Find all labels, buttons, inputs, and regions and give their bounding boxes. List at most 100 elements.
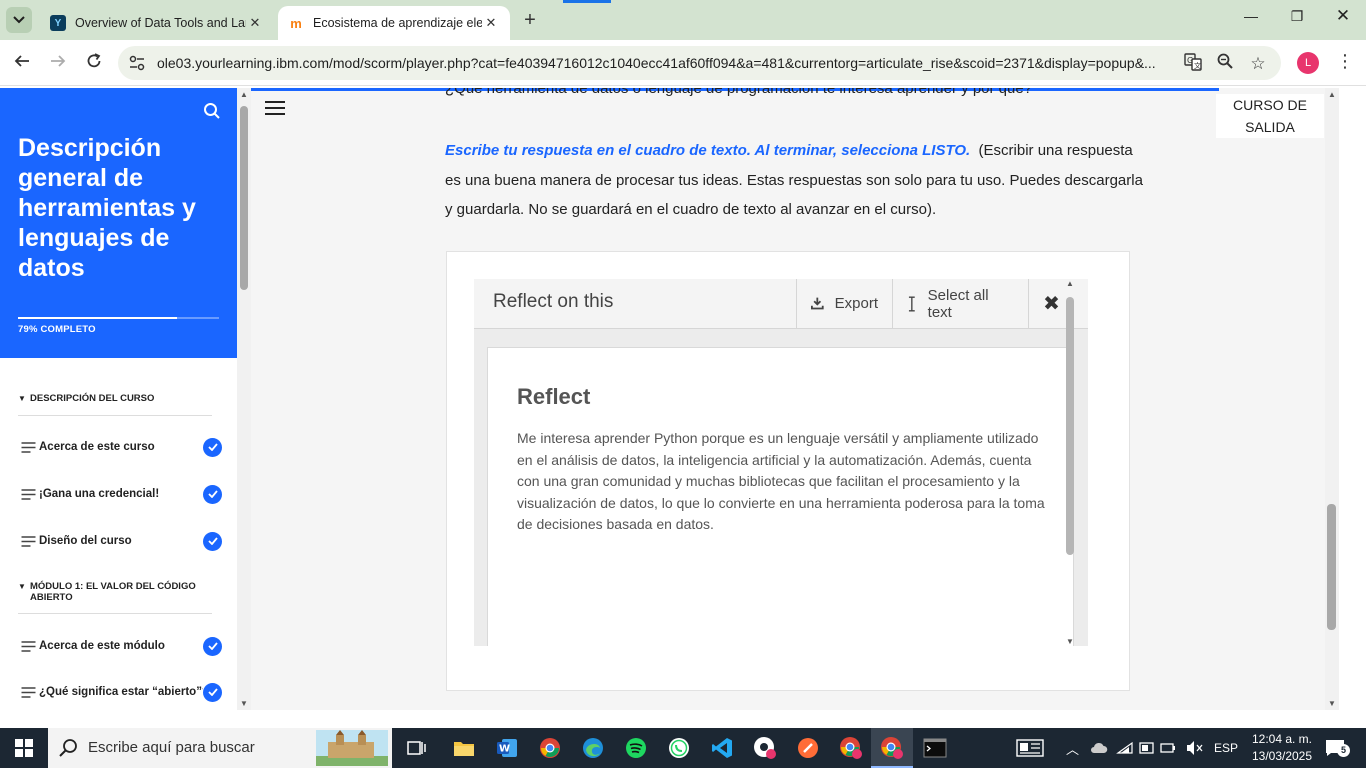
- progress-label: 79% COMPLETO: [18, 324, 96, 335]
- scroll-down-arrow-icon[interactable]: ▼: [1065, 637, 1075, 646]
- new-tab-button[interactable]: +: [518, 9, 542, 33]
- tab-title: Ecosistema de aprendizaje elect: [313, 16, 482, 30]
- back-button[interactable]: [10, 51, 34, 75]
- lesson-lines-icon: [21, 686, 36, 698]
- tab-title: Overview of Data Tools and Lan: [75, 16, 246, 30]
- scroll-up-arrow-icon[interactable]: ▲: [1065, 279, 1075, 288]
- section-header-module-1[interactable]: ▼ MÓDULO 1: EL VALOR DEL CÓDIGO ABIERTO: [18, 581, 212, 614]
- taskbar-search-placeholder: Escribe aquí para buscar: [88, 739, 255, 756]
- close-tab-icon[interactable]: ✕: [246, 15, 264, 31]
- volume-muted-icon[interactable]: [1186, 728, 1204, 768]
- omnibox[interactable]: ole03.yourlearning.ibm.com/mod/scorm/pla…: [118, 46, 1281, 80]
- arrow-left-icon: [14, 55, 29, 67]
- scrollbar-thumb[interactable]: [1066, 297, 1074, 555]
- close-tab-icon[interactable]: ✕: [482, 15, 500, 31]
- reflect-toolbar: Reflect on this Export Select all text ✖: [474, 279, 1088, 329]
- edge-icon[interactable]: [579, 734, 607, 762]
- windows-taskbar: Escribe aquí para buscar W ︿ ESP 12:04 a…: [0, 728, 1366, 768]
- spotify-icon[interactable]: [622, 734, 650, 762]
- sidebar-item-label: Acerca de este curso: [39, 441, 155, 453]
- export-button[interactable]: Export: [796, 279, 892, 328]
- minimize-button[interactable]: —: [1228, 8, 1274, 24]
- tab-overview[interactable]: Y Overview of Data Tools and Lan ✕: [40, 6, 274, 40]
- site-settings-icon[interactable]: [128, 54, 146, 72]
- lesson-lines-icon: [21, 488, 36, 500]
- scroll-up-arrow-icon[interactable]: ▲: [1327, 90, 1337, 99]
- tab-search-button[interactable]: [6, 7, 32, 33]
- search-icon[interactable]: [203, 102, 221, 120]
- page-scrollbar[interactable]: ▲ ▼: [1325, 88, 1339, 710]
- select-all-label: Select all text: [927, 286, 989, 321]
- section-header-course-description[interactable]: ▼ DESCRIPCIÓN DEL CURSO: [18, 393, 212, 416]
- sidebar-item-gana-credencial[interactable]: ¡Gana una credencial!: [18, 483, 222, 505]
- task-view-icon[interactable]: [403, 734, 431, 762]
- reflect-doc-body[interactable]: Me interesa aprender Python porque es un…: [517, 428, 1047, 536]
- check-complete-icon: [203, 531, 222, 551]
- app-orange-icon[interactable]: [794, 734, 822, 762]
- question-text: ¿Qué herramienta de datos o lenguaje de …: [445, 88, 1033, 97]
- hamburger-menu-icon[interactable]: [265, 100, 285, 116]
- clock-time: 12:04 a. m.: [1251, 732, 1313, 746]
- lesson-content: ¿Qué herramienta de datos o lenguaje de …: [251, 88, 1325, 710]
- battery-plug-icon[interactable]: [1160, 728, 1176, 768]
- language-indicator[interactable]: ESP: [1214, 728, 1238, 768]
- clock-date: 13/03/2025: [1251, 749, 1313, 763]
- restore-button[interactable]: ❐: [1274, 8, 1320, 25]
- section-title: MÓDULO 1: EL VALOR DEL CÓDIGO ABIERTO: [30, 581, 196, 603]
- reflect-document[interactable]: Reflect Me interesa aprender Python porq…: [487, 347, 1074, 646]
- course-title: Descripción general de herramientas y le…: [18, 134, 196, 282]
- select-all-text-button[interactable]: Select all text: [892, 279, 1028, 328]
- forward-button[interactable]: [46, 51, 70, 75]
- close-window-button[interactable]: ✕: [1320, 6, 1366, 26]
- scrollbar-thumb[interactable]: [1327, 504, 1336, 630]
- system-clock[interactable]: 12:04 a. m. 13/03/2025: [1246, 731, 1318, 765]
- word-icon[interactable]: W: [493, 734, 521, 762]
- bookmark-star-icon[interactable]: ☆: [1247, 53, 1269, 75]
- sidebar-item-diseno-curso[interactable]: Diseño del curso: [18, 530, 222, 552]
- battery-icon[interactable]: [1139, 728, 1155, 768]
- exit-course-button[interactable]: CURSO DE SALIDA: [1216, 94, 1324, 138]
- tab-ecosistema[interactable]: m Ecosistema de aprendizaje elect ✕: [278, 6, 510, 40]
- check-complete-icon: [203, 682, 222, 702]
- tray-overflow-chevron-icon[interactable]: ︿: [1066, 728, 1079, 768]
- reflect-scrollbar[interactable]: ▲ ▼: [1063, 279, 1077, 646]
- notification-center-icon[interactable]: 5: [1325, 728, 1350, 768]
- taskbar-search-box[interactable]: Escribe aquí para buscar: [48, 728, 392, 768]
- progress-bar-fill: [18, 317, 177, 319]
- windows-logo-icon: [15, 739, 33, 757]
- sidebar-item-que-significa-abierto[interactable]: ¿Qué significa estar “abierto”?: [18, 681, 222, 703]
- sidebar-header: Descripción general de herramientas y le…: [0, 88, 237, 358]
- reflect-panel-title: Reflect on this: [493, 291, 614, 312]
- wifi-icon[interactable]: [1116, 728, 1134, 768]
- chrome-profile-icon[interactable]: [751, 734, 779, 762]
- sidebar-scrollbar[interactable]: ▲ ▼: [237, 88, 251, 710]
- start-button[interactable]: [0, 728, 48, 768]
- sidebar-item-acerca-modulo[interactable]: Acerca de este módulo: [18, 635, 222, 657]
- instructions-paragraph: Escribe tu respuesta en el cuadro de tex…: [445, 136, 1145, 225]
- chrome-icon-2[interactable]: [837, 734, 865, 762]
- sidebar-item-acerca-curso[interactable]: Acerca de este curso: [18, 436, 222, 458]
- browser-menu-icon[interactable]: ⋮: [1336, 51, 1354, 72]
- profile-avatar[interactable]: L: [1297, 52, 1319, 74]
- close-icon: ✖: [1043, 293, 1060, 315]
- vscode-icon[interactable]: [708, 734, 736, 762]
- file-explorer-icon[interactable]: [450, 734, 478, 762]
- whatsapp-icon[interactable]: [665, 734, 693, 762]
- news-widget-icon[interactable]: [1016, 728, 1044, 768]
- reload-button[interactable]: [82, 51, 106, 75]
- lesson-lines-icon: [21, 441, 36, 453]
- zoom-icon[interactable]: [1214, 53, 1236, 75]
- scroll-down-arrow-icon[interactable]: ▼: [1327, 699, 1337, 708]
- chrome-icon[interactable]: [536, 734, 564, 762]
- chrome-active-icon[interactable]: [878, 734, 906, 762]
- translate-icon[interactable]: G文: [1182, 53, 1204, 75]
- sidebar-item-label: Diseño del curso: [39, 535, 132, 547]
- lesson-lines-icon: [21, 640, 36, 652]
- check-complete-icon: [203, 437, 222, 457]
- url-text[interactable]: ole03.yourlearning.ibm.com/mod/scorm/pla…: [157, 55, 1187, 71]
- cloud-sync-icon[interactable]: [1090, 728, 1108, 768]
- scroll-down-arrow-icon[interactable]: ▼: [239, 699, 249, 708]
- terminal-icon[interactable]: [921, 734, 949, 762]
- scrollbar-thumb[interactable]: [240, 106, 248, 290]
- scroll-up-arrow-icon[interactable]: ▲: [239, 90, 249, 99]
